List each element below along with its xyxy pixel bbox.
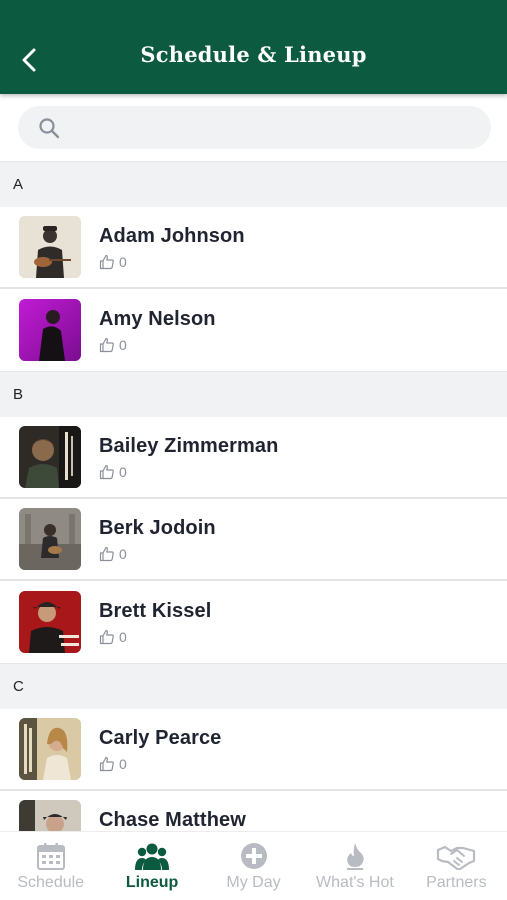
tab-my-day[interactable]: My Day: [203, 832, 304, 900]
artist-name: Adam Johnson: [99, 224, 245, 247]
page-title: Schedule & Lineup: [140, 42, 367, 67]
tab-label: Schedule: [17, 874, 85, 891]
artist-name: Carly Pearce: [99, 726, 222, 749]
tab-partners[interactable]: Partners: [406, 832, 507, 900]
group-icon: [135, 843, 170, 870]
thumbs-up-icon: [99, 629, 114, 644]
avatar: [19, 426, 81, 488]
like-count[interactable]: 0: [99, 756, 221, 772]
like-count-value: 0: [119, 545, 127, 562]
artist-name: Amy Nelson: [99, 307, 216, 330]
tab-label: My Day: [226, 874, 281, 891]
like-count[interactable]: 0: [99, 546, 216, 562]
artist-row-amy-nelson[interactable]: Amy Nelson 0: [0, 289, 507, 371]
tab-label: What's Hot: [316, 874, 394, 891]
avatar: [19, 800, 81, 831]
avatar: [19, 299, 81, 361]
search-icon: [39, 117, 60, 138]
tab-lineup[interactable]: Lineup: [101, 832, 202, 900]
section-header-b: B: [0, 371, 507, 417]
search-bar[interactable]: [18, 106, 491, 149]
artist-list[interactable]: A Adam Johnson 0 Amy Nelson 0 B Bailey Z…: [0, 161, 507, 831]
like-count[interactable]: 0: [99, 254, 245, 270]
artist-row-bailey-zimmerman[interactable]: Bailey Zimmerman 0: [0, 417, 507, 499]
top-app-bar: Schedule & Lineup: [0, 0, 507, 94]
plus-circle-icon: [240, 843, 267, 869]
flame-icon: [346, 843, 364, 870]
tab-label: Lineup: [125, 874, 179, 891]
artist-row-berk-jodoin[interactable]: Berk Jodoin 0: [0, 499, 507, 581]
thumbs-up-icon: [99, 756, 114, 771]
tab-schedule[interactable]: Schedule: [0, 832, 101, 900]
avatar: [19, 591, 81, 653]
artist-row-adam-johnson[interactable]: Adam Johnson 0: [0, 207, 507, 289]
artist-row-brett-kissel[interactable]: Brett Kissel 0: [0, 581, 507, 663]
search-input[interactable]: [70, 106, 491, 149]
like-count-value: 0: [119, 755, 127, 772]
artist-name: Berk Jodoin: [99, 516, 216, 539]
tab-whats-hot[interactable]: What's Hot: [304, 832, 405, 900]
like-count-value: 0: [119, 463, 127, 480]
tab-label: Partners: [426, 874, 487, 891]
bottom-tab-bar: Schedule Lineup My Day What's Hot Partne…: [0, 831, 507, 900]
thumbs-up-icon: [99, 254, 114, 269]
like-count-value: 0: [119, 253, 127, 270]
like-count-value: 0: [119, 628, 127, 645]
calendar-icon: [36, 843, 65, 870]
thumbs-up-icon: [99, 464, 114, 479]
thumbs-up-icon: [99, 546, 114, 561]
artist-name: Brett Kissel: [99, 599, 212, 622]
like-count[interactable]: 0: [99, 337, 216, 353]
search-area: [0, 94, 507, 161]
like-count-value: 0: [119, 336, 127, 353]
avatar: [19, 216, 81, 278]
handshake-icon: [437, 845, 476, 870]
section-header-c: C: [0, 663, 507, 709]
section-header-a: A: [0, 161, 507, 207]
artist-row-carly-pearce[interactable]: Carly Pearce 0: [0, 709, 507, 791]
like-count[interactable]: 0: [99, 464, 278, 480]
artist-row-chase-matthew[interactable]: Chase Matthew 0: [0, 791, 507, 831]
avatar: [19, 718, 81, 780]
artist-name: Bailey Zimmerman: [99, 434, 279, 457]
avatar: [19, 508, 81, 570]
like-count[interactable]: 0: [99, 629, 211, 645]
artist-name: Chase Matthew: [99, 808, 246, 831]
thumbs-up-icon: [99, 337, 114, 352]
